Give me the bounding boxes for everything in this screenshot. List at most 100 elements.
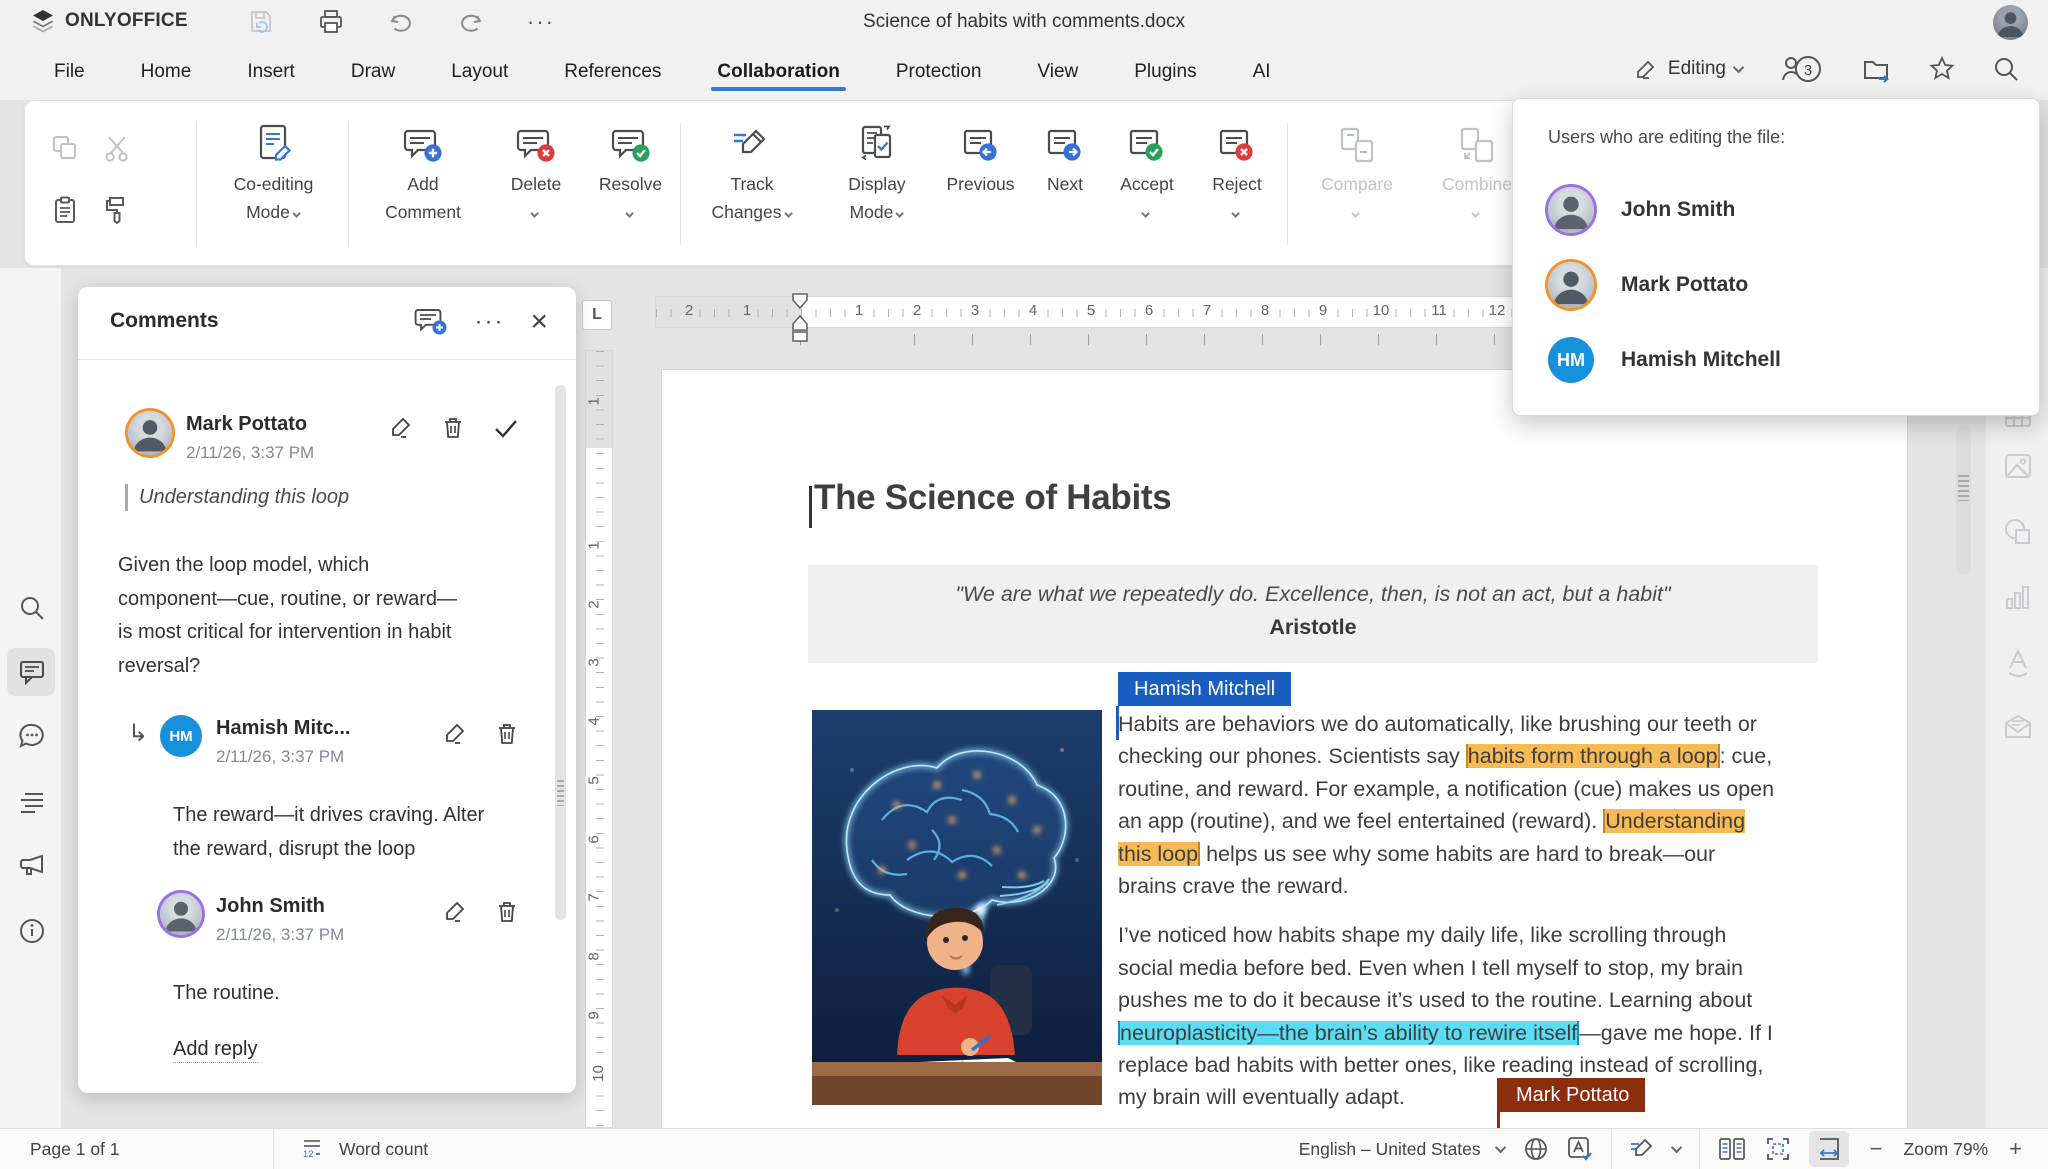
tab-home[interactable]: Home bbox=[139, 47, 194, 97]
comment-date: 2/11/26, 3:37 PM bbox=[186, 443, 314, 463]
comment-highlight-orange[interactable]: habits form through a loop bbox=[1466, 744, 1720, 768]
panel-close-icon[interactable]: × bbox=[530, 311, 548, 333]
copy-button[interactable] bbox=[50, 133, 80, 163]
resolve-comment-button[interactable]: Resolve bbox=[583, 115, 678, 223]
ruler-number: 2 bbox=[913, 302, 921, 319]
zoom-level[interactable]: Zoom 79% bbox=[1904, 1139, 1989, 1160]
paste-button[interactable] bbox=[50, 195, 80, 225]
tab-references[interactable]: References bbox=[562, 47, 663, 97]
tab-draw[interactable]: Draw bbox=[349, 47, 397, 97]
tab-stop-selector[interactable]: L bbox=[582, 300, 612, 330]
chevron-down-icon bbox=[1733, 62, 1744, 73]
search-button[interactable] bbox=[1992, 55, 2020, 83]
ruler-number: 12 bbox=[1489, 302, 1506, 319]
co-editing-mode-button[interactable]: Co-editing Mode bbox=[201, 115, 346, 223]
tab-file[interactable]: File bbox=[52, 47, 87, 97]
panel-more-icon[interactable]: ··· bbox=[474, 317, 504, 327]
comments-panel-title: Comments bbox=[110, 309, 219, 333]
mail-merge-settings-icon bbox=[2002, 711, 2034, 743]
svg-text:12: 12 bbox=[303, 1149, 314, 1160]
chevron-down-icon bbox=[625, 209, 633, 217]
reply-text: The routine. bbox=[173, 977, 503, 1011]
sidebar-headings-icon[interactable] bbox=[17, 786, 47, 816]
vertical-ruler[interactable]: 112345678910 bbox=[585, 350, 613, 1128]
indent-marker[interactable] bbox=[790, 292, 810, 344]
next-change-icon bbox=[1044, 115, 1086, 167]
reply-text: The reward—it drives craving. Alter the … bbox=[173, 799, 503, 866]
current-user-avatar[interactable] bbox=[1993, 5, 2028, 40]
favorites-star-button[interactable] bbox=[1928, 55, 1956, 83]
tab-view[interactable]: View bbox=[1035, 47, 1080, 97]
sidebar-comments-icon[interactable] bbox=[17, 657, 47, 687]
editing-mode-selector[interactable]: Editing bbox=[1634, 57, 1744, 81]
pencil-icon bbox=[1634, 57, 1658, 81]
spell-check-icon[interactable] bbox=[1566, 1135, 1594, 1163]
previous-change-button[interactable]: Previous bbox=[933, 115, 1028, 195]
zoom-out-button[interactable]: − bbox=[1866, 1136, 1887, 1162]
ruler-number: 1 bbox=[586, 397, 603, 405]
avatar-john-smith bbox=[160, 893, 202, 935]
popup-title: Users who are editing the file: bbox=[1548, 127, 1785, 148]
track-changes-toggle-icon[interactable] bbox=[1629, 1137, 1657, 1161]
comment-text: Given the loop model, which component—cu… bbox=[118, 549, 466, 683]
format-painter-button[interactable] bbox=[102, 195, 132, 225]
panel-add-comment-icon[interactable] bbox=[414, 307, 448, 337]
reject-change-button[interactable]: Reject bbox=[1193, 115, 1281, 223]
ruler-number: 1 bbox=[743, 302, 751, 319]
sidebar-feedback-icon[interactable] bbox=[17, 851, 47, 881]
paragraph-1: Habits are behaviors we do automatically… bbox=[1118, 708, 1778, 902]
page-indicator[interactable]: Page 1 of 1 bbox=[30, 1139, 273, 1160]
zoom-in-button[interactable]: + bbox=[2005, 1136, 2026, 1162]
sidebar-search-icon[interactable] bbox=[17, 593, 47, 623]
word-count-button[interactable]: 12 Word count bbox=[299, 1136, 428, 1162]
tab-ai[interactable]: AI bbox=[1251, 47, 1273, 97]
tab-protection[interactable]: Protection bbox=[894, 47, 984, 97]
tab-collaboration[interactable]: Collaboration bbox=[715, 47, 841, 97]
comments-scrollbar[interactable] bbox=[555, 385, 566, 920]
reply-date: 2/11/26, 3:37 PM bbox=[216, 925, 344, 945]
language-selector[interactable]: English – United States bbox=[1299, 1139, 1481, 1160]
add-comment-button[interactable]: Add Comment bbox=[358, 115, 488, 223]
quote-block[interactable]: "We are what we repeatedly do. Excellenc… bbox=[808, 565, 1818, 663]
resolve-comment-icon[interactable] bbox=[492, 415, 520, 441]
cut-button[interactable] bbox=[102, 133, 132, 163]
accept-change-button[interactable]: Accept bbox=[1103, 115, 1191, 223]
two-pages-view-icon[interactable] bbox=[1717, 1136, 1747, 1162]
edit-comment-icon[interactable] bbox=[388, 415, 414, 441]
display-mode-button[interactable]: Display Mode bbox=[818, 115, 936, 223]
track-changes-button[interactable]: Track Changes bbox=[688, 115, 816, 223]
quote-author: Aristotle bbox=[808, 615, 1818, 640]
delete-comment-button[interactable]: Delete bbox=[492, 115, 580, 223]
document-heading[interactable]: The Science of Habits bbox=[814, 478, 1171, 518]
comment-highlight-cyan[interactable]: neuroplasticity—the brain’s ability to r… bbox=[1118, 1021, 1579, 1045]
ruler-number: 6 bbox=[1145, 302, 1153, 319]
next-change-button[interactable]: Next bbox=[1030, 115, 1100, 195]
sidebar-about-icon[interactable] bbox=[17, 916, 47, 946]
comment-author: Mark Pottato bbox=[186, 413, 307, 436]
delete-comment-icon[interactable] bbox=[494, 721, 520, 747]
edit-comment-icon[interactable] bbox=[442, 899, 468, 925]
document-scrollbar[interactable] bbox=[1956, 425, 1971, 575]
open-file-location-button[interactable] bbox=[1862, 55, 1892, 83]
brain-illustration-image[interactable] bbox=[812, 710, 1102, 1105]
delete-comment-icon[interactable] bbox=[440, 415, 466, 441]
edit-comment-icon[interactable] bbox=[442, 721, 468, 747]
editing-users-button[interactable]: 3 bbox=[1780, 54, 1826, 84]
add-reply-link[interactable]: Add reply bbox=[173, 1038, 258, 1063]
comment-quoted-text: Understanding this loop bbox=[125, 484, 349, 511]
delete-comment-icon[interactable] bbox=[494, 899, 520, 925]
ruler-number: 9 bbox=[1319, 302, 1327, 319]
tab-plugins[interactable]: Plugins bbox=[1132, 47, 1198, 97]
collaborator-flag-hamish: Hamish Mitchell bbox=[1118, 672, 1291, 706]
reject-change-icon bbox=[1216, 115, 1258, 167]
fit-page-icon[interactable] bbox=[1764, 1135, 1792, 1163]
sidebar-chat-icon[interactable] bbox=[17, 721, 47, 751]
ruler-number: 7 bbox=[1203, 302, 1211, 319]
fit-width-icon[interactable] bbox=[1809, 1131, 1849, 1167]
tab-layout[interactable]: Layout bbox=[449, 47, 510, 97]
tab-insert[interactable]: Insert bbox=[245, 47, 297, 97]
text-cursor bbox=[809, 486, 812, 528]
set-language-icon[interactable] bbox=[1523, 1136, 1549, 1162]
document-body-text[interactable]: Habits are behaviors we do automatically… bbox=[1118, 708, 1778, 1114]
chevron-down-icon bbox=[1495, 1142, 1506, 1153]
